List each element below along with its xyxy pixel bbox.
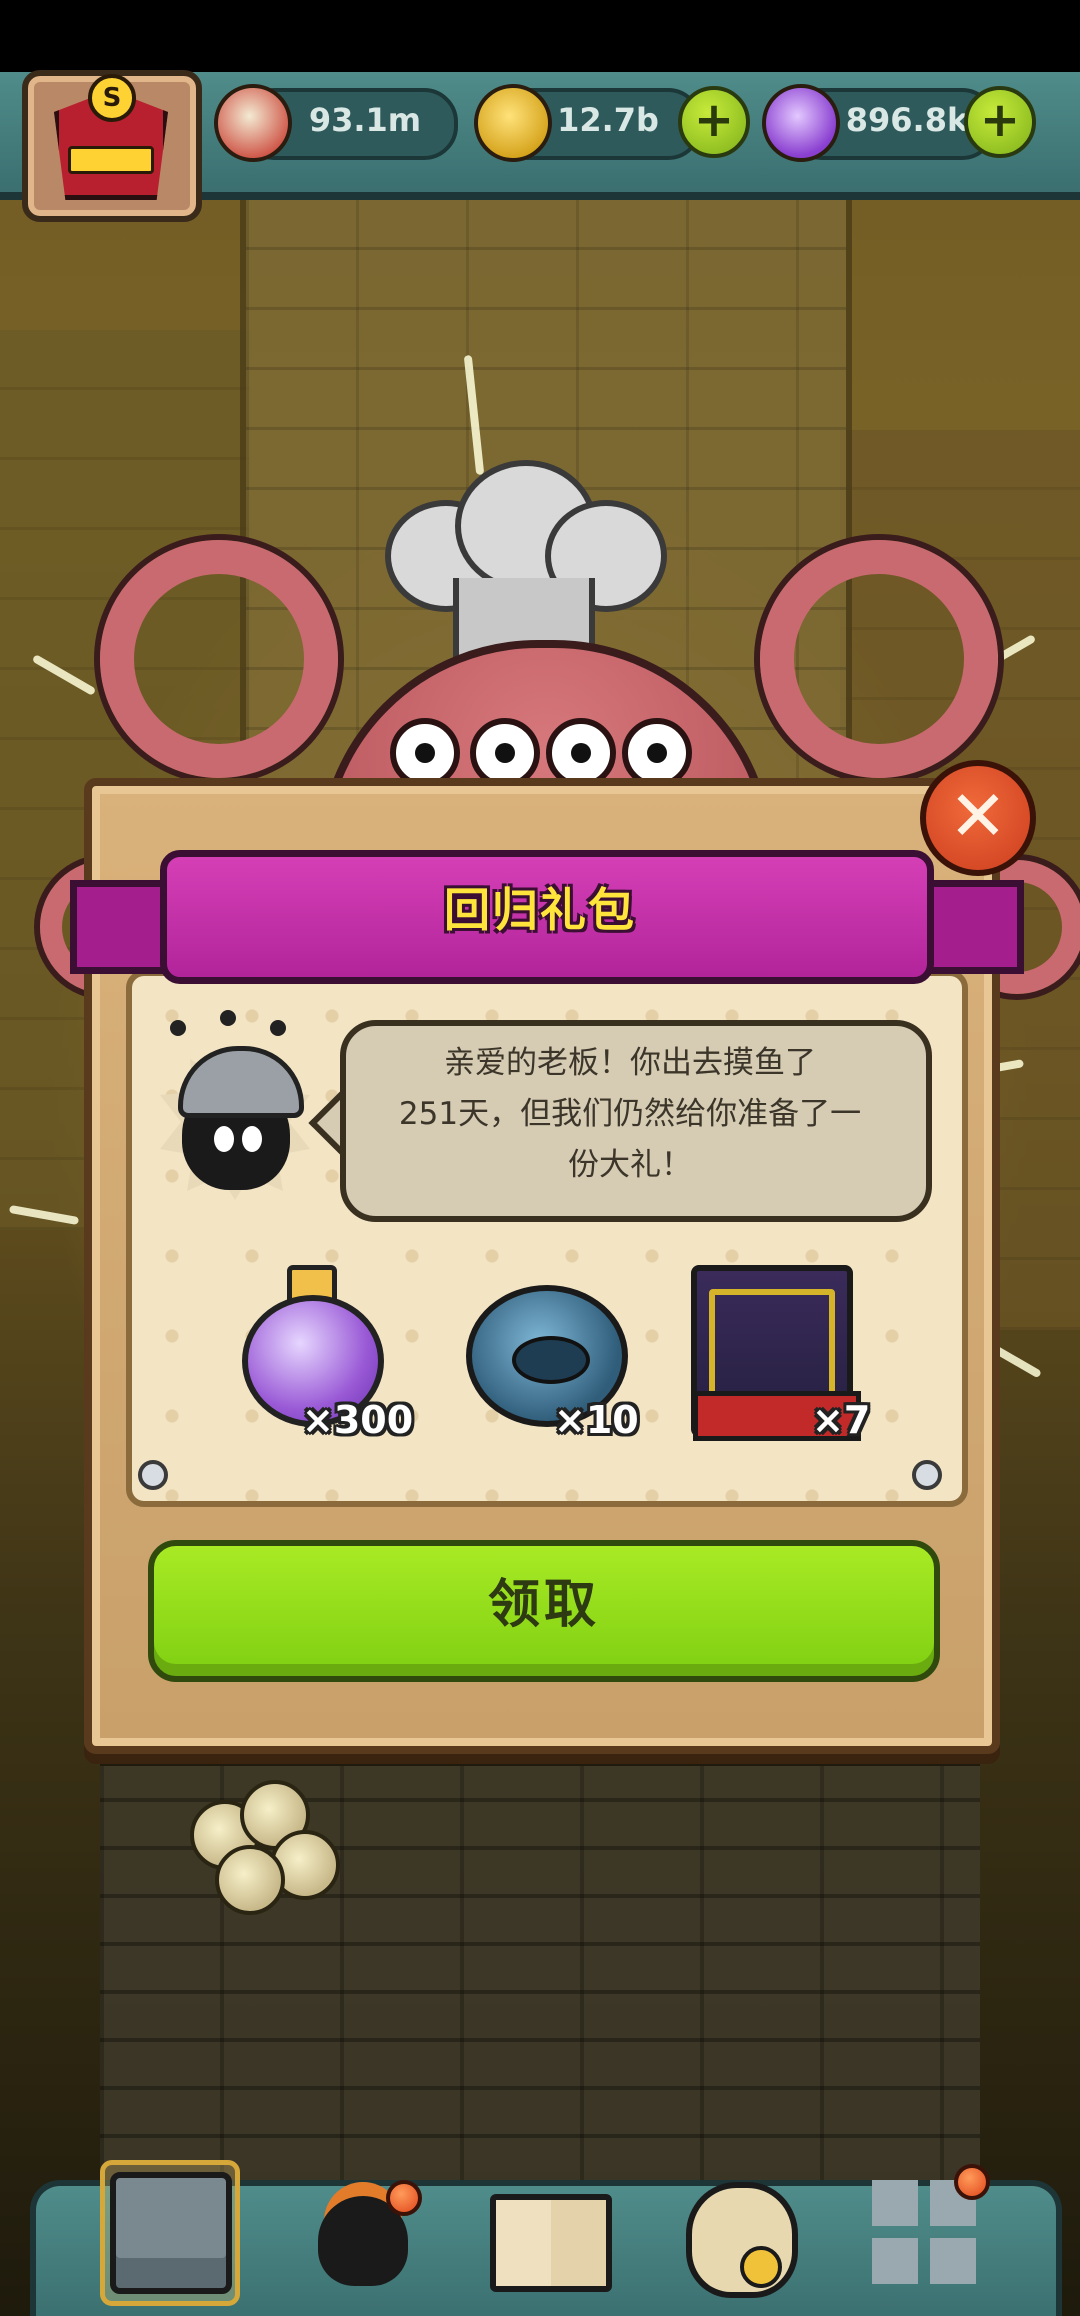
notification-dot bbox=[954, 2164, 990, 2200]
nav-shop[interactable] bbox=[670, 2160, 800, 2298]
avatar-teeth bbox=[68, 146, 154, 174]
rivet bbox=[912, 1460, 942, 1490]
nav-kitchen[interactable] bbox=[100, 2160, 240, 2306]
notification-dot bbox=[386, 2180, 422, 2216]
eyeball-amount: 93.1m bbox=[308, 101, 422, 139]
helper-character bbox=[160, 1010, 310, 1210]
plus-icon: + bbox=[979, 92, 1021, 148]
message-line: 份大礼！ bbox=[568, 1147, 692, 1183]
rank-badge: S bbox=[88, 74, 136, 122]
add-coins-button[interactable]: + bbox=[678, 86, 750, 158]
coin-amount: 12.7b bbox=[557, 101, 659, 139]
money-bag-icon bbox=[686, 2182, 798, 2298]
chef-hat bbox=[385, 460, 667, 664]
nav-more[interactable] bbox=[860, 2160, 990, 2290]
claim-button-label: 领取 bbox=[487, 1575, 600, 1635]
reward-potion-count: ×300 bbox=[302, 1398, 414, 1442]
potion-icon bbox=[762, 84, 840, 162]
player-avatar[interactable]: S bbox=[22, 70, 202, 222]
eyeball-egg bbox=[215, 1845, 285, 1915]
eyeball-icon bbox=[214, 84, 292, 162]
reward-relic-disc-count: ×10 bbox=[554, 1398, 639, 1442]
welcome-message: 亲爱的老板！你出去摸鱼了 251天，但我们仍然给你准备了一 份大礼！ bbox=[360, 1038, 900, 1198]
dialog-title: 回归礼包 bbox=[444, 883, 636, 937]
claim-button[interactable]: 领取 bbox=[148, 1540, 940, 1682]
game-screen: S 93.1m 12.7b + 896.8k + 回归礼包 ✕ 亲爱的老板！你出… bbox=[0, 0, 1080, 2316]
message-line: 251天，但我们仍然给你准备了一 bbox=[398, 1096, 862, 1132]
title-banner: 回归礼包 bbox=[70, 850, 1024, 984]
book-icon bbox=[490, 2194, 612, 2292]
status-bar bbox=[0, 0, 1080, 72]
close-button[interactable]: ✕ bbox=[920, 760, 1036, 876]
message-line: 亲爱的老板！你出去摸鱼了 bbox=[444, 1045, 816, 1081]
close-icon: ✕ bbox=[948, 775, 1008, 857]
nav-monsters[interactable] bbox=[296, 2160, 426, 2290]
potion-amount: 896.8k bbox=[845, 101, 969, 139]
reward-relic-painting-count: ×7 bbox=[812, 1398, 871, 1442]
octopus-tentacle-right bbox=[760, 540, 998, 778]
kitchen-icon bbox=[110, 2172, 232, 2294]
rivet bbox=[138, 1460, 168, 1490]
octopus-tentacle-left bbox=[100, 540, 338, 778]
coin-icon bbox=[474, 84, 552, 162]
plus-icon: + bbox=[693, 92, 735, 148]
add-potions-button[interactable]: + bbox=[964, 86, 1036, 158]
nav-recipe-book[interactable] bbox=[480, 2160, 612, 2292]
